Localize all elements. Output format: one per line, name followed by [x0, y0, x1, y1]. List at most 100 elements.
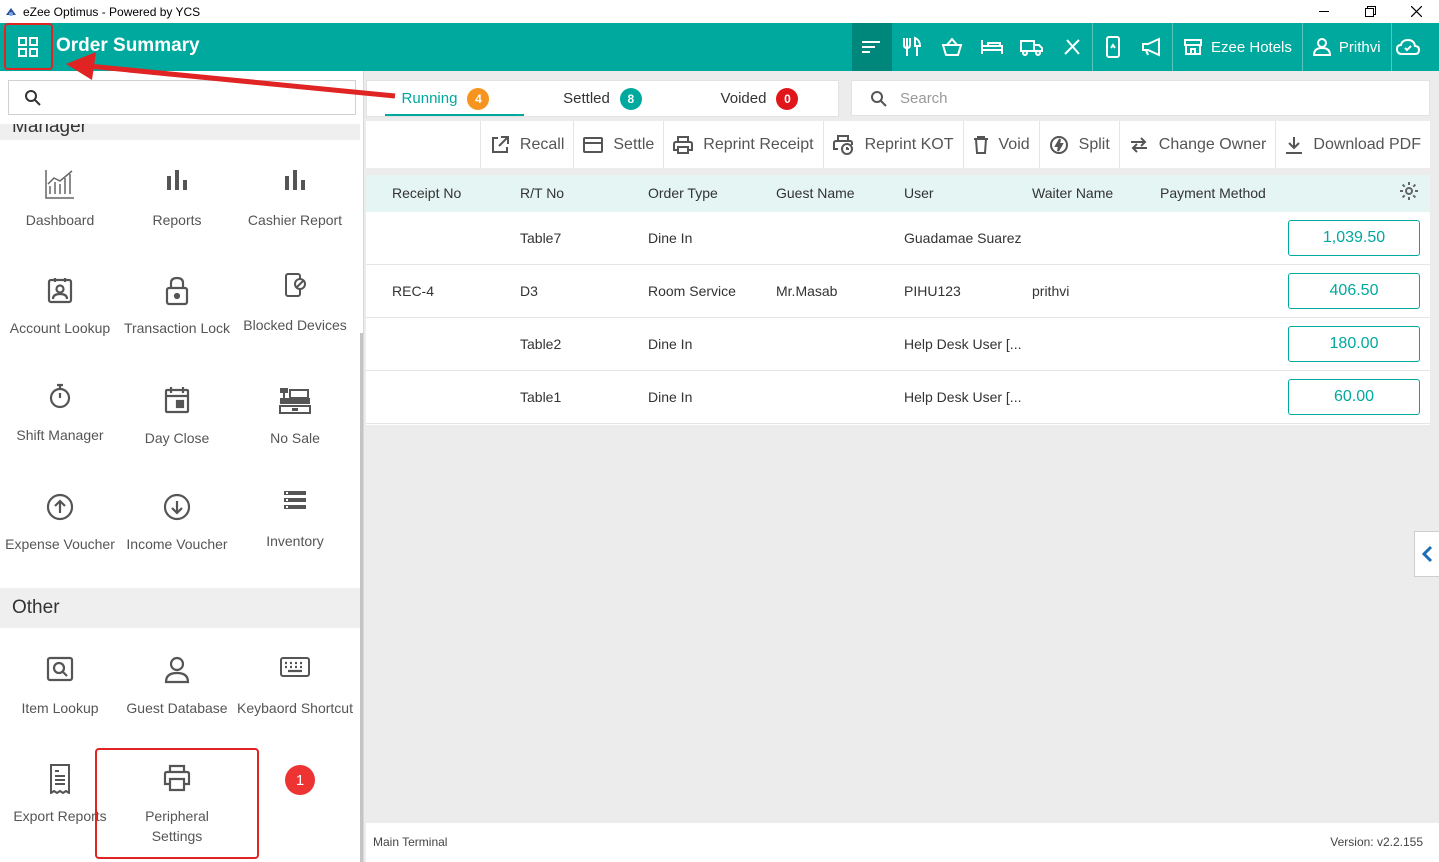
download-pdf-button[interactable]: Download PDF: [1275, 121, 1430, 168]
column-header: R/T No: [520, 185, 565, 201]
search-input[interactable]: [900, 87, 1400, 109]
menu-item-guest-database[interactable]: Guest Database: [118, 656, 236, 718]
dine-in-nav-button[interactable]: [892, 23, 932, 71]
change-owner-label: Change Owner: [1158, 135, 1267, 153]
property-name: Ezee Hotels: [1211, 38, 1292, 56]
table-row[interactable]: Table2 Dine In Help Desk User [... 180.0…: [366, 318, 1430, 371]
sidebar-scrollbar[interactable]: [360, 333, 363, 862]
tab-voided[interactable]: Voided 0: [681, 81, 838, 116]
amount-button[interactable]: 406.50: [1288, 273, 1420, 309]
amount-button[interactable]: 180.00: [1288, 326, 1420, 362]
bar-chart-icon: [285, 170, 305, 190]
order-type-cell: Room Service: [648, 283, 736, 299]
cash-register-icon: [279, 388, 311, 414]
menu-search[interactable]: [8, 80, 356, 115]
order-actions-toolbar: Recall Settle Reprint Receipt Reprint KO…: [366, 121, 1430, 168]
main-menu-sidebar: Manager Dashboard Reports Cashier Report…: [0, 71, 364, 862]
order-summary-nav-button[interactable]: [852, 23, 892, 71]
room-service-nav-button[interactable]: [972, 23, 1012, 71]
rt-no-cell: D3: [520, 283, 538, 299]
close-window-button[interactable]: [1393, 0, 1439, 23]
menu-item-dashboard[interactable]: Dashboard: [1, 168, 119, 230]
download-icon: [1286, 136, 1303, 154]
delivery-nav-button[interactable]: [1012, 23, 1052, 71]
take-away-nav-button[interactable]: [932, 23, 972, 71]
menu-item-cashier-report[interactable]: Cashier Report: [236, 168, 354, 230]
side-panel-toggle[interactable]: [1414, 531, 1439, 577]
recall-button[interactable]: Recall: [479, 121, 573, 168]
void-button[interactable]: Void: [962, 121, 1039, 168]
menu-search-input[interactable]: [53, 87, 343, 109]
split-button[interactable]: Split: [1038, 121, 1119, 168]
reprint-receipt-button[interactable]: Reprint Receipt: [663, 121, 822, 168]
settle-label: Settle: [613, 135, 655, 153]
menu-item-transaction-lock[interactable]: Transaction Lock: [118, 276, 236, 338]
menu-item-shift-manager[interactable]: Shift Manager: [1, 383, 119, 445]
order-type-cell: Dine In: [648, 230, 693, 246]
annotation-step-badge: 1: [285, 765, 315, 795]
user-menu[interactable]: Prithvi: [1301, 23, 1391, 71]
column-settings-gear-icon[interactable]: [1399, 181, 1419, 201]
calendar-icon: [164, 387, 190, 414]
tab-running[interactable]: Running 4: [367, 81, 524, 116]
property-selector[interactable]: Ezee Hotels: [1172, 23, 1302, 71]
annotation-highlight-menu: [4, 23, 53, 70]
receipt-icon: [50, 764, 70, 794]
receipt-no-cell: REC-4: [392, 283, 435, 299]
menu-item-expense-voucher[interactable]: Expense Voucher: [1, 492, 119, 554]
tab-settled[interactable]: Settled 8: [524, 81, 681, 116]
tab-label: Settled: [563, 90, 610, 107]
menu-item-no-sale[interactable]: No Sale: [236, 386, 354, 448]
category-header-other: Other: [0, 588, 360, 628]
amount-button[interactable]: 60.00: [1288, 379, 1420, 415]
menu-item-account-lookup[interactable]: Account Lookup: [1, 276, 119, 338]
order-status-tabs: Running 4 Settled 8 Voided 0: [366, 80, 839, 117]
menu-item-item-lookup[interactable]: Item Lookup: [1, 656, 119, 718]
list-icon: [284, 491, 306, 509]
rt-no-cell: Table7: [520, 230, 562, 246]
menu-item-keyboard-shortcut[interactable]: Keybaord Shortcut: [236, 656, 354, 718]
megaphone-icon: [1142, 37, 1160, 57]
settle-button[interactable]: Settle: [573, 121, 663, 168]
minimize-button[interactable]: [1301, 0, 1347, 23]
amount-button[interactable]: 1,039.50: [1288, 220, 1420, 256]
user-cell: Help Desk User [...: [904, 389, 1022, 405]
user-icon: [1312, 38, 1331, 56]
terminal-name: Main Terminal: [373, 835, 448, 849]
menu-item-label: Dashboard: [25, 212, 95, 228]
recall-label: Recall: [519, 135, 565, 153]
table-row[interactable]: Table7 Dine In Guadamae Suarez 1,039.50: [366, 212, 1430, 265]
sync-button[interactable]: [1390, 23, 1425, 71]
order-type-cell: Dine In: [648, 336, 693, 352]
count-badge: 8: [619, 87, 642, 110]
menu-item-label: Inventory: [266, 533, 324, 549]
menu-item-label: Reports: [152, 212, 202, 228]
fork-knife-icon: [903, 36, 922, 56]
reprint-kot-button[interactable]: Reprint KOT: [822, 121, 963, 168]
truck-icon: [1020, 40, 1043, 56]
rt-no-cell: Table1: [520, 389, 562, 405]
menu-item-income-voucher[interactable]: Income Voucher: [118, 492, 236, 554]
menu-item-inventory[interactable]: Inventory: [236, 489, 354, 551]
change-owner-button[interactable]: Change Owner: [1118, 121, 1276, 168]
bed-icon: [981, 40, 1003, 54]
tools-nav-button[interactable]: [1052, 23, 1092, 71]
menu-item-label: Day Close: [144, 430, 210, 446]
menu-item-label: Cashier Report: [247, 212, 343, 228]
column-header: Order Type: [648, 185, 718, 201]
tab-label: Running: [401, 90, 458, 107]
restore-button[interactable]: [1347, 0, 1393, 23]
menu-item-day-close[interactable]: Day Close: [118, 386, 236, 448]
table-row[interactable]: Table1 Dine In Help Desk User [... 60.00: [366, 371, 1430, 424]
table-row[interactable]: REC-4 D3 Room Service Mr.Masab PIHU123 p…: [366, 265, 1430, 318]
app-logo-icon: [6, 7, 16, 16]
menu-item-label: Guest Database: [126, 700, 228, 716]
menu-item-label: Item Lookup: [21, 700, 99, 716]
stopwatch-icon: [49, 383, 71, 409]
menu-item-reports[interactable]: Reports: [118, 168, 236, 230]
announcement-nav-button[interactable]: [1132, 23, 1172, 71]
mobile-nav-button[interactable]: [1092, 23, 1132, 71]
column-header: Receipt No: [392, 185, 462, 201]
menu-item-blocked-devices[interactable]: Blocked Devices: [236, 273, 354, 335]
column-header: User: [904, 185, 934, 201]
